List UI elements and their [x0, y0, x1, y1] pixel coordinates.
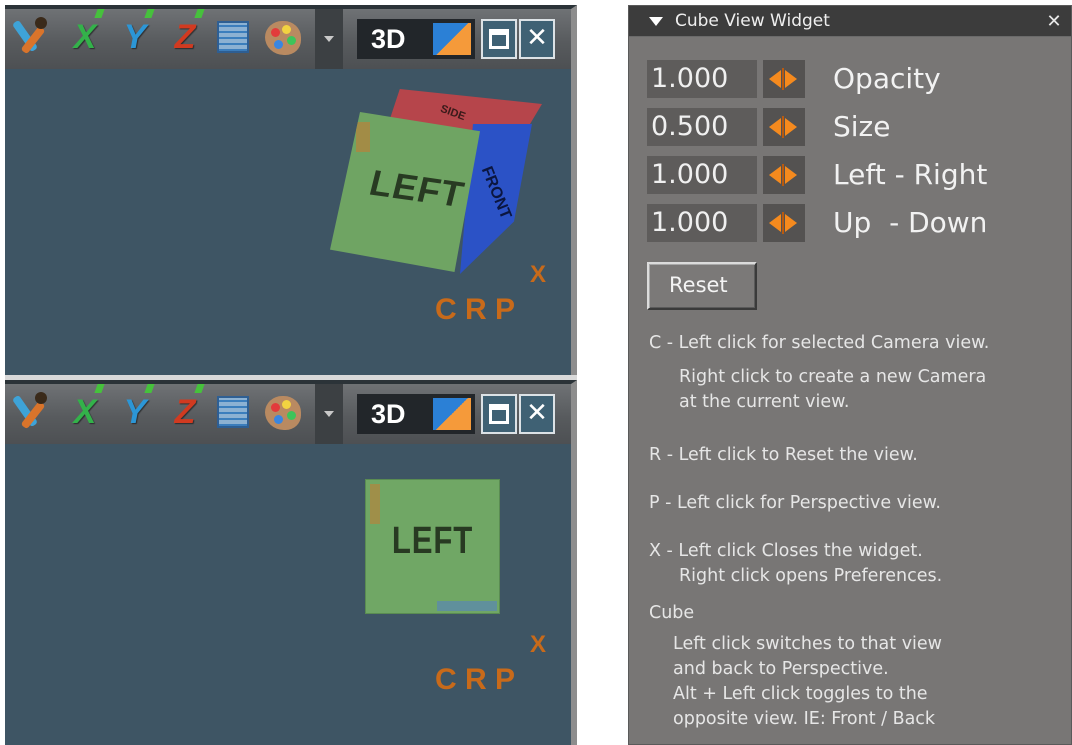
help-r-line: R - Left click to Reset the view.	[649, 445, 918, 465]
view-mode-label: 3D	[371, 24, 406, 54]
help-cube-line: Alt + Left click toggles to the	[673, 684, 928, 704]
view-corner-icon	[433, 23, 471, 55]
camera-button[interactable]: C	[435, 293, 461, 327]
help-x-line: X - Left click Closes the widget.	[649, 541, 923, 561]
close-icon: ✕	[526, 398, 548, 428]
maximize-button[interactable]	[481, 19, 517, 59]
view-cube[interactable]: LEFT	[365, 479, 500, 614]
z-axis-icon[interactable]: Z	[167, 9, 205, 59]
reset-view-button[interactable]: R	[465, 663, 491, 697]
cube-face-left-label: LEFT	[365, 161, 469, 216]
help-cube-line: opposite view. IE: Front / Back	[673, 709, 936, 729]
grid-icon[interactable]	[217, 396, 249, 428]
size-spinner-icon[interactable]	[763, 108, 805, 146]
x-axis-label: X	[73, 393, 97, 431]
tool-icon[interactable]	[11, 15, 51, 59]
reset-view-button[interactable]: R	[465, 293, 491, 327]
tool-icon[interactable]	[11, 390, 51, 434]
cube-face-left[interactable]: LEFT	[330, 112, 480, 272]
size-label: Size	[833, 110, 891, 143]
viewport-left-view[interactable]: X Y Z 3D ✕ LEFT C R P X	[5, 380, 577, 745]
viewport-toolbar: X Y Z 3D ✕	[5, 9, 571, 69]
up-down-field[interactable]: 1.000	[647, 204, 757, 242]
maximize-button[interactable]	[481, 394, 517, 434]
left-right-spinner-icon[interactable]	[763, 156, 805, 194]
cube-face-left-label: LEFT	[391, 520, 474, 562]
y-axis-icon[interactable]: Y	[117, 384, 155, 434]
close-button[interactable]: ✕	[519, 394, 555, 434]
up-down-label: Up - Down	[833, 206, 988, 239]
param-row-left-right: 1.000 Left - Right	[647, 156, 1067, 194]
opacity-label: Opacity	[833, 62, 941, 95]
opacity-spinner-icon[interactable]	[763, 60, 805, 98]
collapse-triangle-icon[interactable]	[649, 17, 663, 26]
close-button[interactable]: ✕	[519, 19, 555, 59]
size-field[interactable]: 0.500	[647, 108, 757, 146]
camera-button[interactable]: C	[435, 663, 461, 697]
view-cube[interactable]: SIDE FRONT LEFT	[320, 79, 560, 289]
y-axis-label: Y	[123, 393, 147, 431]
view-corner-icon	[433, 398, 471, 430]
z-axis-label: Z	[174, 393, 196, 431]
param-row-size: 0.500 Size	[647, 108, 1067, 146]
help-cube-line: and back to Perspective.	[673, 659, 889, 679]
cube-face-front-label: FRONT	[477, 164, 515, 222]
view-mode-label: 3D	[371, 399, 406, 429]
close-icon: ✕	[526, 23, 548, 53]
grid-icon[interactable]	[217, 21, 249, 53]
maximize-icon	[489, 29, 509, 49]
left-right-field[interactable]: 1.000	[647, 156, 757, 194]
maximize-icon	[489, 404, 509, 424]
help-x-line: Right click opens Preferences.	[679, 566, 943, 586]
up-down-spinner-icon[interactable]	[763, 204, 805, 242]
x-axis-icon[interactable]: X	[67, 384, 105, 434]
y-axis-icon[interactable]: Y	[117, 9, 155, 59]
x-axis-label: X	[73, 18, 97, 56]
palette-icon[interactable]	[265, 21, 301, 55]
view-mode-button[interactable]: 3D	[357, 394, 475, 434]
reset-button[interactable]: Reset	[647, 262, 757, 310]
opacity-field[interactable]: 1.000	[647, 60, 757, 98]
widget-title-bar[interactable]: Cube View Widget ✕	[629, 6, 1071, 37]
help-c-line: Right click to create a new Camera	[679, 367, 987, 387]
chevron-down-icon[interactable]	[315, 384, 343, 444]
cube-view-widget-panel: Cube View Widget ✕ 1.000 Opacity 0.500 S…	[628, 5, 1072, 745]
cube-face-top-label: SIDE	[438, 102, 467, 124]
param-row-up-down: 1.000 Up - Down	[647, 204, 1067, 242]
close-widget-button[interactable]: X	[530, 631, 546, 659]
viewport-perspective[interactable]: X Y Z 3D ✕ SIDE FRONT LEFT C R P X	[5, 5, 577, 375]
help-cube-heading: Cube	[649, 603, 695, 623]
close-widget-button[interactable]: X	[530, 261, 546, 289]
perspective-button[interactable]: P	[495, 663, 519, 697]
z-axis-label: Z	[174, 18, 196, 56]
chevron-down-icon[interactable]	[315, 9, 343, 69]
param-row-opacity: 1.000 Opacity	[647, 60, 1067, 98]
widget-close-button[interactable]: ✕	[1043, 6, 1065, 37]
y-axis-label: Y	[123, 18, 147, 56]
help-c-line: C - Left click for selected Camera view.	[649, 333, 990, 353]
x-axis-icon[interactable]: X	[67, 9, 105, 59]
widget-title: Cube View Widget	[675, 11, 830, 31]
viewport-toolbar: X Y Z 3D ✕	[5, 384, 571, 444]
help-cube-line: Left click switches to that view	[673, 634, 942, 654]
left-right-label: Left - Right	[833, 158, 988, 191]
palette-icon[interactable]	[265, 396, 301, 430]
help-p-line: P - Left click for Perspective view.	[649, 493, 941, 513]
help-c-line: at the current view.	[679, 392, 850, 412]
perspective-button[interactable]: P	[495, 293, 519, 327]
view-mode-button[interactable]: 3D	[357, 19, 475, 59]
z-axis-icon[interactable]: Z	[167, 384, 205, 434]
